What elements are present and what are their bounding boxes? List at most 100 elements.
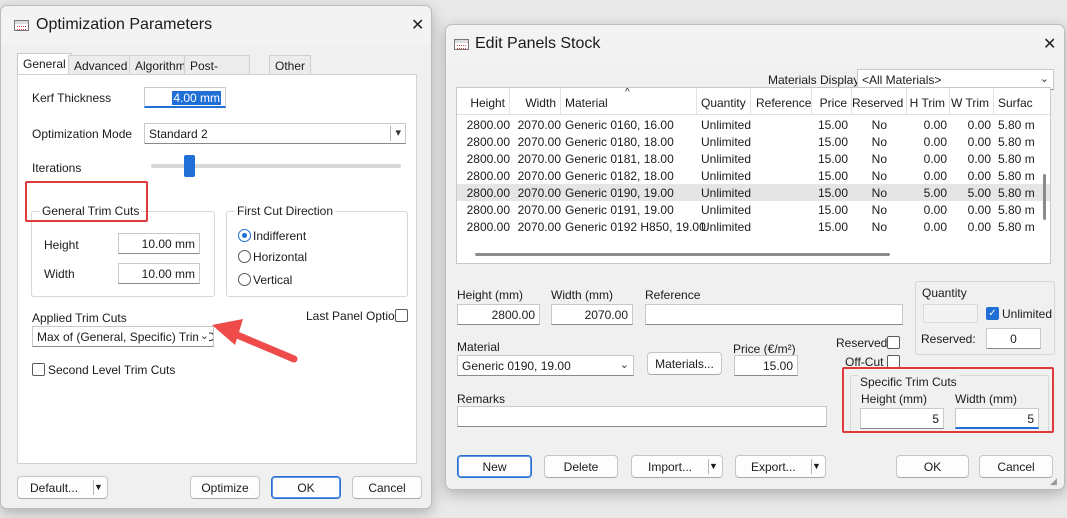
dropdown-arrow-icon[interactable]: ▼ xyxy=(811,459,825,474)
column-h-trim[interactable]: H Trim xyxy=(907,88,950,115)
optimization-parameters-dialog: Optimization Parameters ✕ General Advanc… xyxy=(0,5,432,509)
tab-advanced[interactable]: Advanced xyxy=(68,55,134,75)
tab-other[interactable]: Other xyxy=(269,55,312,75)
cell-reserved: No xyxy=(871,220,887,234)
ok-button[interactable]: OK xyxy=(271,476,341,499)
column-material[interactable]: Material ^ xyxy=(561,88,697,115)
reserved-checkbox[interactable] xyxy=(887,336,900,349)
optimization-mode-select[interactable]: Standard 2 ▾ xyxy=(144,123,406,144)
table-row[interactable]: 2800.00 2070.00 Generic 0180, 18.00 Unlimit… xyxy=(457,133,1050,150)
cell-w-trim: 5.00 xyxy=(967,186,991,200)
tab-algorithm[interactable]: Algorithm xyxy=(129,55,192,75)
tab-general[interactable]: General xyxy=(17,53,72,75)
cancel-button[interactable]: Cancel xyxy=(979,455,1053,478)
reserved-qty-label: Reserved: xyxy=(921,332,976,346)
cell-width: 2070.00 xyxy=(517,152,561,166)
dropdown-arrow-icon[interactable]: ▼ xyxy=(708,459,722,474)
column-w-trim[interactable]: W Trim xyxy=(950,88,994,115)
table-row[interactable]: 2800.00 2070.00 Generic 0181, 18.00 Unlimit… xyxy=(457,150,1050,167)
cell-width: 2070.00 xyxy=(517,135,561,149)
table-row[interactable]: 2800.00 2070.00 Generic 0192 H850, 19.00 Un… xyxy=(457,218,1050,235)
radio-horizontal[interactable] xyxy=(238,250,251,263)
cell-w-trim: 0.00 xyxy=(967,118,991,132)
ok-button[interactable]: OK xyxy=(896,455,969,478)
cell-price: 15.00 xyxy=(817,186,848,200)
materials-button[interactable]: Materials... xyxy=(647,352,722,375)
cell-width: 2070.00 xyxy=(517,203,561,217)
cell-price: 15.00 xyxy=(817,118,848,132)
cell-h-trim: 0.00 xyxy=(923,118,947,132)
column-price[interactable]: Price xyxy=(812,88,852,115)
cell-w-trim: 0.00 xyxy=(967,203,991,217)
last-panel-option-checkbox[interactable] xyxy=(395,309,408,322)
default-button[interactable]: Default... ▼ xyxy=(17,476,108,499)
material-select[interactable]: Generic 0190, 19.00 ⌄ xyxy=(457,355,634,376)
iterations-slider[interactable] xyxy=(151,155,401,177)
new-button[interactable]: New xyxy=(457,455,532,478)
cell-h-trim: 0.00 xyxy=(923,169,947,183)
close-icon[interactable]: ✕ xyxy=(1043,34,1056,54)
table-row[interactable]: 2800.00 2070.00 Generic 0182, 18.00 Unlimit… xyxy=(457,167,1050,184)
column-height[interactable]: Height xyxy=(457,88,510,115)
optimize-button[interactable]: Optimize xyxy=(190,476,260,499)
cell-surface: 5.80 m xyxy=(998,152,1035,166)
general-trim-cuts-group: General Trim Cuts Height 10.00 mm Width … xyxy=(31,204,215,297)
radio-indifferent-label: Indifferent xyxy=(253,229,307,243)
cell-height: 2800.00 xyxy=(466,220,510,234)
height-input[interactable]: 2800.00 xyxy=(457,304,540,325)
export-button[interactable]: Export... ▼ xyxy=(735,455,826,478)
eps-titlebar: Edit Panels Stock ✕ xyxy=(446,25,1064,65)
tab-post-processor[interactable]: Post-Processor xyxy=(184,55,251,87)
width-input[interactable]: 2070.00 xyxy=(551,304,633,325)
general-tab-panel: Kerf Thickness 4.00 mm Optimization Mode… xyxy=(17,74,417,464)
horizontal-scrollbar[interactable] xyxy=(475,253,890,256)
trim-width-input[interactable]: 10.00 mm xyxy=(118,263,200,284)
remarks-input[interactable] xyxy=(457,406,827,427)
cell-w-trim: 0.00 xyxy=(967,169,991,183)
column-surface[interactable]: Surfac xyxy=(994,88,1050,115)
cancel-button[interactable]: Cancel xyxy=(352,476,422,499)
unlimited-checkbox[interactable]: ✓ xyxy=(986,307,999,320)
general-trim-cuts-highlight xyxy=(25,181,148,222)
reference-input[interactable] xyxy=(645,304,903,325)
close-icon[interactable]: ✕ xyxy=(411,15,424,35)
applied-trim-cuts-select[interactable]: Max of (General, Specific) Trim Cu ⌄ xyxy=(32,326,214,347)
price-input[interactable]: 15.00 xyxy=(734,355,798,376)
column-width[interactable]: Width xyxy=(510,88,561,115)
cell-quantity: Unlimited xyxy=(701,118,752,132)
table-row[interactable]: 2800.00 2070.00 Generic 0160, 16.00 Unlimit… xyxy=(457,116,1050,133)
app-icon xyxy=(454,39,469,50)
trim-height-input[interactable]: 10.00 mm xyxy=(118,233,200,254)
radio-indifferent[interactable] xyxy=(238,229,251,242)
cell-reserved: No xyxy=(871,203,887,217)
vertical-scrollbar[interactable] xyxy=(1043,174,1046,220)
cell-surface: 5.80 m xyxy=(998,118,1035,132)
cell-material: Generic 0192 H850, 19.00 xyxy=(565,220,706,234)
table-row[interactable]: 2800.00 2070.00 Generic 0190, 19.00 Unlimit… xyxy=(457,184,1050,201)
dropdown-arrow-icon[interactable]: ▼ xyxy=(93,480,107,495)
cell-reserved: No xyxy=(871,169,887,183)
panels-table[interactable]: Height Width Material ^ Quantity Referen… xyxy=(456,87,1051,264)
table-row[interactable]: 2800.00 2070.00 Generic 0191, 19.00 Unlimit… xyxy=(457,201,1050,218)
column-reserved[interactable]: Reserved xyxy=(852,88,907,115)
table-header: Height Width Material ^ Quantity Referen… xyxy=(457,88,1050,115)
resize-grip-icon[interactable]: ◢ xyxy=(1050,476,1057,487)
kerf-thickness-input[interactable]: 4.00 mm xyxy=(144,87,226,108)
column-reference[interactable]: Reference xyxy=(751,88,812,115)
delete-button[interactable]: Delete xyxy=(544,455,618,478)
second-level-trim-cuts-checkbox[interactable] xyxy=(32,363,45,376)
cell-height: 2800.00 xyxy=(466,169,510,183)
import-button[interactable]: Import... ▼ xyxy=(631,455,723,478)
column-quantity[interactable]: Quantity xyxy=(697,88,751,115)
cell-w-trim: 0.00 xyxy=(967,152,991,166)
cell-w-trim: 0.00 xyxy=(967,135,991,149)
cell-w-trim: 0.00 xyxy=(967,220,991,234)
cell-price: 15.00 xyxy=(817,169,848,183)
quantity-group: Quantity ✓ Unlimited Reserved: 0 xyxy=(915,281,1055,355)
cell-reserved: No xyxy=(871,152,887,166)
cell-width: 2070.00 xyxy=(517,118,561,132)
reserved-qty-input[interactable]: 0 xyxy=(986,328,1041,349)
slider-thumb[interactable] xyxy=(184,155,195,177)
unlimited-label: Unlimited xyxy=(1002,307,1053,321)
radio-vertical[interactable] xyxy=(238,273,251,286)
